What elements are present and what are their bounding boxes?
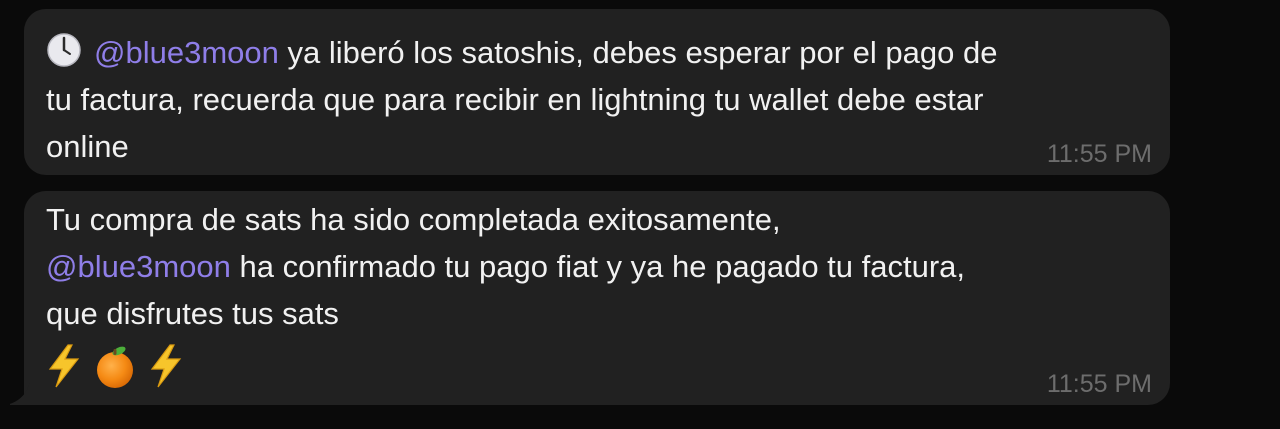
message-timestamp: 11:55 PM (1046, 140, 1152, 168)
emoji-row (46, 340, 1090, 390)
clock-icon (47, 33, 81, 67)
message-line: @blue3moon ya liberó los satoshis, debes… (46, 29, 1020, 76)
message-text: tu factura, recuerda que para recibir en… (46, 82, 984, 117)
message-text: ha confirmado tu pago fiat y ya he pagad… (230, 249, 966, 284)
orange-icon (97, 346, 133, 388)
chat-area: @blue3moon ya liberó los satoshis, debes… (0, 0, 1280, 429)
message-bubble[interactable]: Tu compra de sats ha sido completada exi… (24, 191, 1170, 405)
bubble-tail (10, 383, 30, 405)
message-text: ya liberó los satoshis, debes esperar po… (278, 35, 998, 70)
user-mention-link[interactable]: @blue3moon (46, 249, 231, 284)
lightning-bolt-icon (150, 344, 182, 388)
message-text: que disfrutes tus sats (46, 296, 339, 331)
user-mention-link[interactable]: @blue3moon (94, 35, 279, 70)
message-timestamp: 11:55 PM (1046, 370, 1152, 398)
message-text: online (46, 129, 129, 164)
message-bubble[interactable]: @blue3moon ya liberó los satoshis, debes… (24, 9, 1170, 175)
message-text: Tu compra de sats ha sido completada exi… (46, 202, 781, 237)
message-line: @blue3moon ha confirmado tu pago fiat y … (46, 243, 1090, 290)
lightning-bolt-icon (48, 344, 80, 388)
